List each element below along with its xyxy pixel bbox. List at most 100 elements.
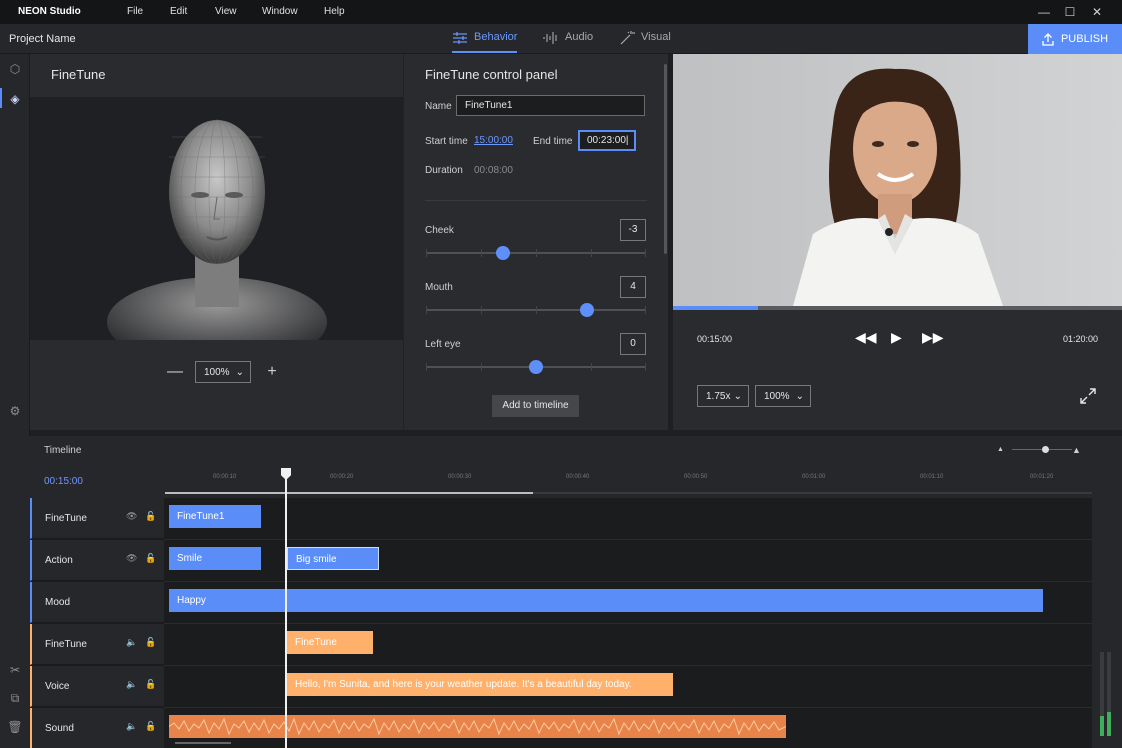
timeline-clip[interactable]: FineTune1 bbox=[169, 505, 261, 528]
horizontal-scrollbar[interactable] bbox=[175, 742, 231, 744]
meter-left-level bbox=[1100, 716, 1104, 736]
speaker-icon[interactable]: 🔈 bbox=[126, 679, 137, 690]
meter-right-level bbox=[1107, 712, 1111, 736]
play-icon[interactable]: ▶ bbox=[891, 329, 902, 346]
menu-help[interactable]: Help bbox=[324, 6, 345, 17]
timeline-clip[interactable]: Big smile bbox=[287, 547, 379, 570]
lock-icon[interactable]: 🔓 bbox=[145, 511, 156, 522]
timeline-clip[interactable]: Happy bbox=[169, 589, 1043, 612]
video-total-time: 01:20:00 bbox=[1063, 334, 1099, 344]
menu-window[interactable]: Window bbox=[262, 6, 298, 17]
cheek-value[interactable]: -3 bbox=[620, 219, 646, 241]
zoom-out-button[interactable]: — bbox=[167, 363, 183, 381]
timeline-ruler[interactable] bbox=[165, 488, 1092, 494]
menu-file[interactable]: File bbox=[127, 6, 143, 17]
add-to-timeline-button[interactable]: Add to timeline bbox=[492, 395, 579, 417]
lock-icon[interactable]: 🔓 bbox=[145, 553, 156, 564]
tab-audio-label: Audio bbox=[565, 31, 594, 43]
tab-behavior[interactable]: Behavior bbox=[452, 31, 518, 53]
playback-speed-select[interactable]: 1.75x ⌄ bbox=[697, 385, 749, 407]
scissors-icon[interactable]: ✂ bbox=[0, 659, 30, 681]
mouth-slider-thumb[interactable] bbox=[579, 303, 594, 317]
timeline-current-time: 00:15:00 bbox=[44, 476, 83, 487]
control-panel-scrollbar[interactable] bbox=[664, 64, 667, 254]
mouth-slider-track[interactable] bbox=[426, 306, 646, 314]
chevron-down-icon: ⌄ bbox=[733, 390, 742, 402]
settings-icon[interactable]: ⚙ bbox=[0, 400, 30, 422]
cheek-slider-track[interactable] bbox=[426, 249, 646, 257]
duration-value: 00:08:00 bbox=[474, 165, 513, 176]
sliders-icon bbox=[453, 32, 467, 44]
playhead-line[interactable] bbox=[285, 468, 287, 748]
lock-icon[interactable]: 🔓 bbox=[145, 679, 156, 690]
lock-icon[interactable]: 🔓 bbox=[145, 637, 156, 648]
rewind-icon[interactable]: ◀◀ bbox=[855, 329, 877, 346]
fast-forward-icon[interactable]: ▶▶ bbox=[922, 329, 944, 346]
track-header[interactable]: Voice 🔈 🔓 bbox=[30, 666, 164, 707]
duration-label: Duration bbox=[425, 165, 463, 176]
title-bar: NEON Studio File Edit View Window Help —… bbox=[0, 0, 1122, 24]
speaker-icon[interactable]: 🔈 bbox=[126, 637, 137, 648]
tab-audio[interactable]: Audio bbox=[543, 31, 593, 53]
publish-button[interactable]: PUBLISH bbox=[1028, 24, 1122, 54]
track-name: Voice bbox=[45, 681, 70, 692]
tab-visual-label: Visual bbox=[641, 31, 671, 43]
cheek-label: Cheek bbox=[425, 225, 454, 236]
track-header[interactable]: FineTune 🔈 🔓 bbox=[30, 624, 164, 665]
viewport-zoom-select[interactable]: 100% ⌄ bbox=[195, 361, 251, 383]
presenter-video-frame bbox=[673, 54, 1122, 306]
chevron-down-icon: ⌄ bbox=[235, 366, 244, 378]
track-name: FineTune bbox=[45, 639, 87, 650]
3d-head-viewport[interactable] bbox=[30, 97, 403, 340]
hexagon-icon[interactable]: ⬡ bbox=[0, 58, 30, 80]
end-time-input[interactable]: 00:23:00| bbox=[578, 130, 636, 151]
viewport-zoom-controls: — 100% ⌄ + bbox=[167, 361, 279, 383]
minimize-button[interactable]: — bbox=[1032, 3, 1056, 21]
track-header[interactable]: FineTune 👁 🔓 bbox=[30, 498, 164, 539]
tab-behavior-label: Behavior bbox=[474, 31, 518, 43]
video-preview[interactable] bbox=[673, 54, 1122, 306]
timeline-clip[interactable]: Hello, I'm Sunita, and here is your weat… bbox=[287, 673, 673, 696]
zoom-in-triangle-icon[interactable]: ▲ bbox=[1072, 445, 1081, 455]
left-eye-slider-thumb[interactable] bbox=[529, 360, 543, 374]
lock-icon[interactable]: 🔓 bbox=[145, 721, 156, 732]
timeline-header: Timeline 00:15:00 ▲ ▲ 00:00:10 00:00:20 … bbox=[30, 436, 1092, 498]
expand-icon[interactable] bbox=[1079, 387, 1097, 405]
copy-icon[interactable]: ⧉ bbox=[0, 687, 30, 709]
timeline-zoom-thumb[interactable] bbox=[1042, 446, 1049, 453]
video-current-time: 00:15:00 bbox=[697, 334, 733, 344]
start-time-label: Start time bbox=[425, 136, 468, 147]
eye-icon[interactable]: 👁 bbox=[126, 511, 137, 522]
timeline-clip[interactable]: FineTune bbox=[287, 631, 373, 654]
menu-edit[interactable]: Edit bbox=[170, 6, 187, 17]
start-time-link[interactable]: 15:00:00 bbox=[474, 135, 513, 146]
viewport-zoom-value: 100% bbox=[204, 366, 230, 378]
video-zoom-select[interactable]: 100% ⌄ bbox=[755, 385, 811, 407]
project-name[interactable]: Project Name bbox=[9, 33, 76, 45]
trash-icon[interactable]: 🗑 bbox=[0, 716, 30, 738]
left-eye-label: Left eye bbox=[425, 339, 461, 350]
eye-icon[interactable]: 👁 bbox=[126, 553, 137, 564]
sound-clip[interactable] bbox=[169, 715, 786, 738]
video-zoom-value: 100% bbox=[764, 390, 790, 402]
timeline-tracks: FineTune 👁 🔓 Action 👁 🔓 Mood FineTune 🔈 … bbox=[30, 498, 1092, 748]
close-button[interactable]: ✕ bbox=[1085, 3, 1109, 21]
cheek-slider-thumb[interactable] bbox=[496, 246, 510, 260]
left-eye-value[interactable]: 0 bbox=[620, 333, 646, 355]
track-header[interactable]: Sound 🔈 🔓 bbox=[30, 708, 164, 748]
magic-wand-icon bbox=[620, 31, 635, 45]
mouth-value[interactable]: 4 bbox=[620, 276, 646, 298]
zoom-out-triangle-icon[interactable]: ▲ bbox=[997, 446, 1004, 453]
track-name: Action bbox=[45, 555, 73, 566]
name-input[interactable]: FineTune1 bbox=[456, 95, 645, 116]
menu-view[interactable]: View bbox=[215, 6, 237, 17]
track-header[interactable]: Mood bbox=[30, 582, 164, 623]
tab-visual[interactable]: Visual bbox=[619, 31, 671, 53]
timeline-clip[interactable]: Smile bbox=[169, 547, 261, 570]
speaker-icon[interactable]: 🔈 bbox=[126, 721, 137, 732]
maximize-button[interactable]: ☐ bbox=[1058, 3, 1082, 21]
waveform-icon bbox=[543, 32, 557, 44]
face-scan-icon[interactable]: ◈ bbox=[0, 88, 30, 110]
track-header[interactable]: Action 👁 🔓 bbox=[30, 540, 164, 581]
zoom-in-button[interactable]: + bbox=[265, 363, 279, 381]
